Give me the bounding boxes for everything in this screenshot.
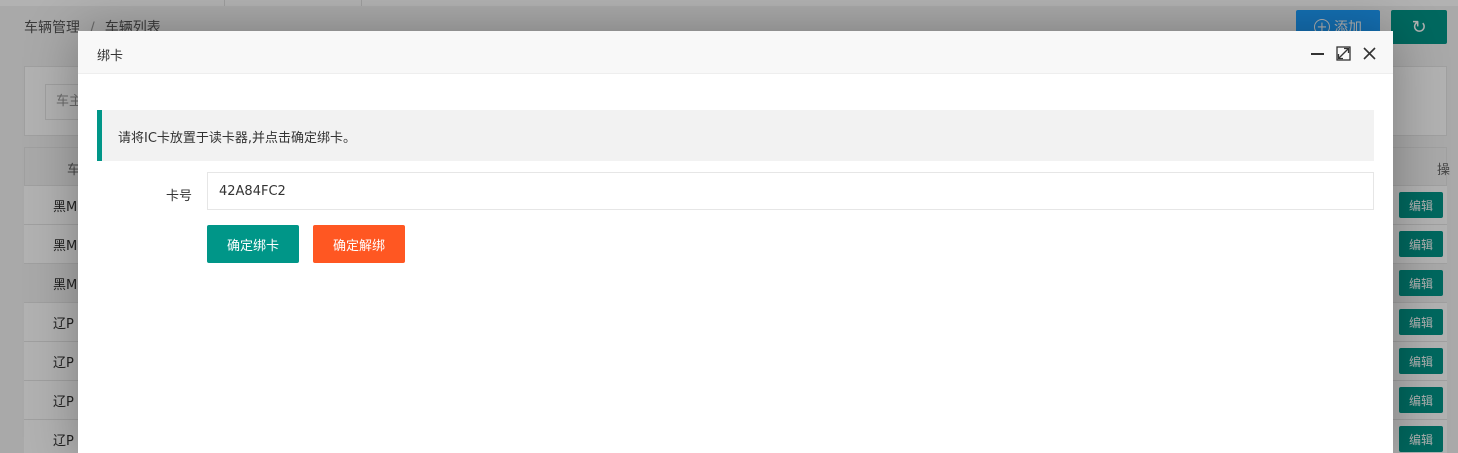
maximize-button[interactable] [1334, 44, 1352, 62]
minimize-icon [1310, 53, 1324, 55]
bind-card-dialog: 绑卡 请将IC卡放置于读卡器,并点击确定绑卡。 卡号 确定绑卡 确定解绑 [78, 31, 1393, 453]
confirm-unbind-button[interactable]: 确定解绑 [313, 225, 405, 263]
minimize-button[interactable] [1308, 44, 1326, 62]
confirm-bind-button[interactable]: 确定绑卡 [207, 225, 299, 263]
dialog-title: 绑卡 [97, 49, 124, 64]
instruction-text: 请将IC卡放置于读卡器,并点击确定绑卡。 [118, 131, 357, 146]
card-number-input[interactable] [207, 172, 1374, 210]
close-icon [1362, 46, 1376, 60]
instruction-tip: 请将IC卡放置于读卡器,并点击确定绑卡。 [97, 110, 1374, 161]
card-number-label: 卡号 [165, 189, 192, 204]
maximize-icon [1335, 45, 1351, 61]
dialog-header[interactable]: 绑卡 [78, 31, 1393, 74]
close-button[interactable] [1360, 44, 1378, 62]
